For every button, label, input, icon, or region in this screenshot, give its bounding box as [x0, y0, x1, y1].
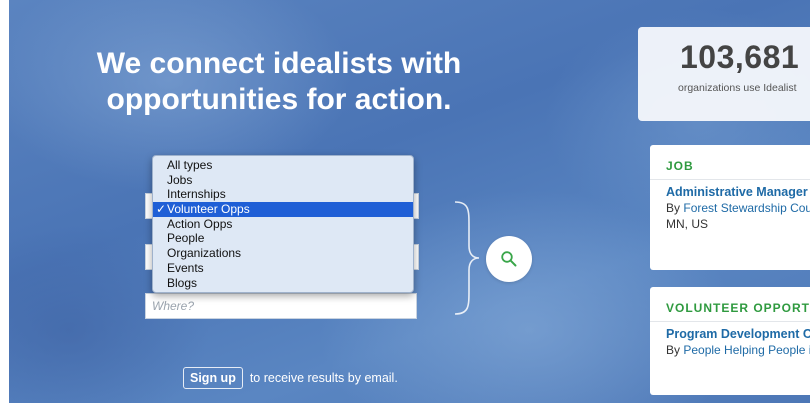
listing-title-link[interactable]: Program Development Coordinator [666, 327, 810, 341]
listing-byline: By People Helping People in [666, 343, 810, 357]
dropdown-option-jobs[interactable]: Jobs [153, 173, 413, 188]
hero-section: We connect idealists with opportunities … [9, 0, 810, 403]
card-divider [650, 321, 810, 322]
headline-line-1: We connect idealists with [96, 47, 462, 80]
signup-text: to receive results by email. [249, 371, 398, 385]
headline-line-2: opportunities for action. [106, 83, 452, 116]
listing-org-link[interactable]: Forest Stewardship Council [683, 201, 810, 215]
dropdown-option-events[interactable]: Events [153, 261, 413, 276]
dropdown-option-organizations[interactable]: Organizations [153, 246, 413, 261]
listing-location: MN, US [666, 217, 708, 231]
by-prefix: By [666, 343, 681, 357]
option-label: Events [167, 260, 204, 275]
option-label: People [167, 231, 205, 246]
dropdown-option-people[interactable]: People [153, 231, 413, 246]
search-button[interactable] [486, 236, 532, 282]
page-headline: We connect idealists with opportunities … [69, 46, 489, 118]
magnifier-icon [501, 251, 517, 267]
option-label: Volunteer Opps [167, 202, 250, 217]
dropdown-option-action-opps[interactable]: Action Opps [153, 217, 413, 232]
dropdown-option-volunteer-opps[interactable]: ✓ Volunteer Opps [153, 202, 413, 217]
curly-brace-icon [454, 201, 480, 315]
option-label: Blogs [167, 275, 198, 290]
listing-byline: By Forest Stewardship Council [666, 201, 810, 215]
signup-button[interactable]: Sign up [183, 367, 243, 389]
stats-card: 103,681 organizations use Idealist [638, 27, 810, 121]
organization-count: 103,681 [680, 39, 800, 75]
signup-row: Sign up to receive results by email. [183, 367, 398, 389]
option-label: All types [167, 158, 213, 172]
listing-org-link[interactable]: People Helping People in [683, 343, 810, 357]
dropdown-option-internships[interactable]: Internships [153, 187, 413, 202]
dropdown-option-blogs[interactable]: Blogs [153, 276, 413, 291]
checkmark-icon: ✓ [156, 202, 167, 217]
where-input[interactable] [145, 293, 417, 319]
option-label: Internships [167, 187, 226, 202]
listing-card[interactable]: JOB Administrative Manager By Forest Ste… [650, 145, 810, 270]
card-divider [650, 179, 810, 180]
listing-card[interactable]: VOLUNTEER OPPORTUNITY Program Developmen… [650, 287, 810, 395]
type-dropdown-list[interactable]: All types Jobs Internships ✓ Volunteer O… [152, 155, 414, 293]
option-label: Organizations [167, 246, 242, 261]
by-prefix: By [666, 201, 681, 215]
dropdown-option-all-types[interactable]: All types [153, 158, 413, 173]
listing-title-link[interactable]: Administrative Manager [666, 185, 808, 199]
listing-type: JOB [666, 159, 694, 173]
listing-type: VOLUNTEER OPPORTUNITY [666, 301, 810, 315]
organization-count-caption: organizations use Idealist [678, 82, 797, 94]
option-label: Action Opps [167, 216, 233, 231]
option-label: Jobs [167, 172, 193, 187]
